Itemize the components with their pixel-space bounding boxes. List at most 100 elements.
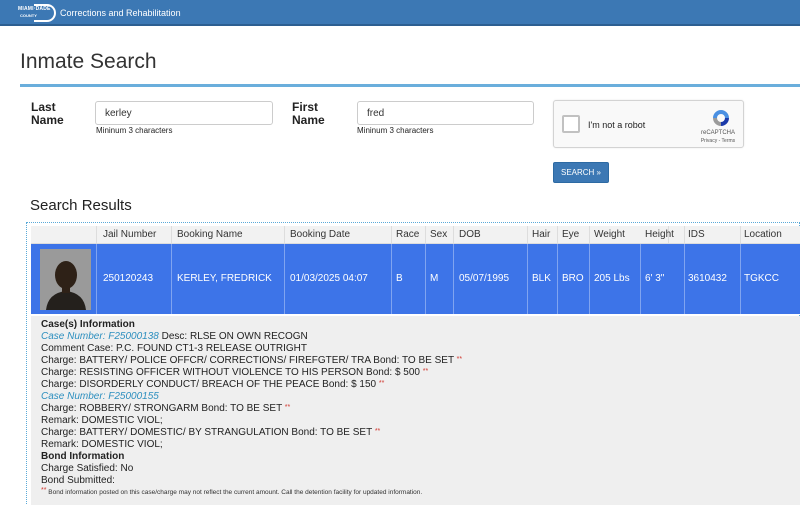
case-1-charge-2: Charge: RESISTING OFFICER WITHOUT VIOLEN… <box>41 367 428 378</box>
row-divider <box>740 244 741 314</box>
row-divider <box>453 244 454 314</box>
first-name-input[interactable] <box>357 101 534 125</box>
last-name-input[interactable] <box>95 101 273 125</box>
column-divider <box>96 226 97 244</box>
col-header-jail-number: Jail Number <box>103 229 157 240</box>
cell-eye: BRO <box>562 273 584 284</box>
inmate-photo-silhouette-icon <box>40 249 91 310</box>
column-divider <box>391 226 392 244</box>
recaptcha-logo-icon <box>713 110 729 126</box>
app-title[interactable]: Corrections and Rehabilitation <box>60 8 181 18</box>
cell-jail-number: 250120243 <box>103 273 154 284</box>
cases-heading: Case(s) Information <box>41 319 135 330</box>
charge-text: Charge: ROBBERY/ STRONGARM Bond: TO BE S… <box>41 403 285 414</box>
inmate-details-panel: Case(s) Information Case Number: F250001… <box>31 316 800 505</box>
column-divider <box>284 226 285 244</box>
first-name-label: First Name <box>292 101 325 127</box>
row-divider <box>284 244 285 314</box>
page-title: Inmate Search <box>20 50 157 73</box>
title-divider <box>20 84 800 87</box>
first-name-hint: Mininum 3 characters <box>357 126 434 135</box>
charge-text: Charge: BATTERY/ POLICE OFFCR/ CORRECTIO… <box>41 355 457 366</box>
bond-note-marker: ** <box>456 356 463 363</box>
case-1-number-link[interactable]: Case Number: F25000138 <box>41 331 159 342</box>
bond-note-marker: ** <box>378 380 385 387</box>
column-divider <box>557 226 558 244</box>
row-divider <box>171 244 172 314</box>
cell-sex: M <box>430 273 439 284</box>
recaptcha-label: I'm not a robot <box>588 120 646 130</box>
cell-booking-date: 01/03/2025 04:07 <box>290 273 368 284</box>
last-name-label: Last Name <box>31 101 64 127</box>
col-header-height: Height <box>645 229 674 240</box>
footnote-text: Bond information posted on this case/cha… <box>46 489 423 496</box>
county-logo[interactable]: MIAMI·DADE COUNTY <box>18 4 56 22</box>
case-1-desc: Desc: RLSE ON OWN RECOGN <box>158 331 308 342</box>
col-header-dob: DOB <box>459 229 481 240</box>
column-divider <box>589 226 590 244</box>
inmate-photo[interactable] <box>40 249 91 310</box>
row-divider <box>96 244 97 314</box>
first-name-label-line2: Name <box>292 113 325 127</box>
search-button[interactable]: SEARCH » <box>553 162 609 183</box>
bond-note-marker: ** <box>284 404 291 411</box>
case-1-line: Case Number: F25000138 Desc: RLSE ON OWN… <box>41 331 308 342</box>
recaptcha-brand: reCAPTCHA <box>700 130 735 136</box>
cell-race: B <box>396 273 403 284</box>
case-2-charge-2: Charge: BATTERY/ DOMESTIC/ BY STRANGULAT… <box>41 427 380 438</box>
case-1-charge-3: Charge: DISORDERLY CONDUCT/ BREACH OF TH… <box>41 379 384 390</box>
column-divider <box>684 226 685 244</box>
cell-dob: 05/07/1995 <box>459 273 510 284</box>
bond-footnote: ** Bond information posted on this case/… <box>41 487 422 496</box>
recaptcha-checkbox[interactable] <box>562 115 580 133</box>
recaptcha-terms-link[interactable]: Privacy - Terms <box>698 138 738 144</box>
case-2-charge-1: Charge: ROBBERY/ STRONGARM Bond: TO BE S… <box>41 403 290 414</box>
bond-note-marker: ** <box>374 428 381 435</box>
row-divider <box>527 244 528 314</box>
bond-submitted: Bond Submitted: <box>41 475 115 486</box>
row-divider <box>425 244 426 314</box>
case-1-comment: Comment Case: P.C. FOUND CT1-3 RELEASE O… <box>41 343 307 354</box>
result-row[interactable]: 250120243 KERLEY, FREDRICK 01/03/2025 04… <box>31 244 800 314</box>
results-title: Search Results <box>30 197 132 214</box>
charge-text: Charge: DISORDERLY CONDUCT/ BREACH OF TH… <box>41 379 379 390</box>
col-header-ids: IDS <box>688 229 705 240</box>
row-divider <box>557 244 558 314</box>
charge-text: Charge: RESISTING OFFICER WITHOUT VIOLEN… <box>41 367 423 378</box>
results-table-header: Jail Number Booking Name Booking Date Ra… <box>31 226 800 244</box>
charge-satisfied: Charge Satisfied: No <box>41 463 134 474</box>
col-header-race: Race <box>396 229 420 240</box>
row-divider <box>684 244 685 314</box>
column-divider <box>740 226 741 244</box>
cell-location: TGKCC <box>744 273 779 284</box>
top-header-bar: MIAMI·DADE COUNTY Corrections and Rehabi… <box>0 0 800 26</box>
col-header-location: Location <box>744 229 782 240</box>
cell-weight: 205 Lbs <box>594 273 630 284</box>
column-divider <box>171 226 172 244</box>
cell-hair: BLK <box>532 273 551 284</box>
case-2-remark-1: Remark: DOMESTIC VIOL; <box>41 415 163 426</box>
column-divider <box>527 226 528 244</box>
charge-text: Charge: BATTERY/ DOMESTIC/ BY STRANGULAT… <box>41 427 375 438</box>
row-divider <box>391 244 392 314</box>
bond-heading: Bond Information <box>41 451 125 462</box>
case-2-remark-2: Remark: DOMESTIC VIOL; <box>41 439 163 450</box>
cell-ids: 3610432 <box>688 273 727 284</box>
col-header-eye: Eye <box>562 229 580 240</box>
case-2-number-link[interactable]: Case Number: F25000155 <box>41 391 159 402</box>
col-header-booking-name: Booking Name <box>177 229 243 240</box>
col-header-sex: Sex <box>430 229 448 240</box>
row-divider <box>640 244 641 314</box>
col-header-booking-date: Booking Date <box>290 229 351 240</box>
last-name-label-line2: Name <box>31 113 64 127</box>
logo-d-shape <box>34 4 56 22</box>
column-divider <box>425 226 426 244</box>
bond-note-marker: ** <box>422 368 429 375</box>
recaptcha-widget: I'm not a robot reCAPTCHA Privacy - Term… <box>553 100 744 148</box>
cell-booking-name: KERLEY, FREDRICK <box>177 273 272 284</box>
case-1-charge-1: Charge: BATTERY/ POLICE OFFCR/ CORRECTIO… <box>41 355 462 366</box>
column-divider <box>453 226 454 244</box>
cell-height: 6' 3" <box>645 273 665 284</box>
col-header-hair: Hair <box>532 229 551 240</box>
row-divider <box>589 244 590 314</box>
